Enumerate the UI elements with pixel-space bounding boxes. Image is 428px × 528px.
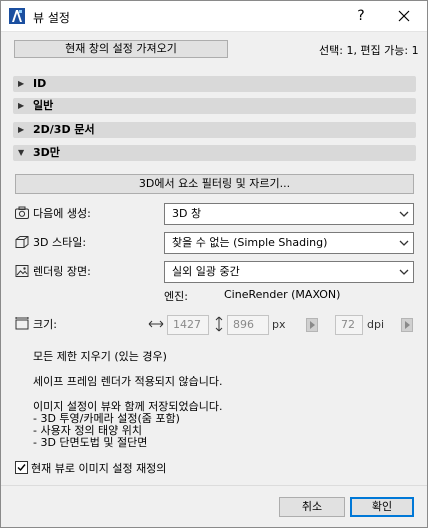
saved-item: - 3D 단면도법 및 절단면 [33,436,148,449]
ok-button[interactable]: 확인 [350,497,414,517]
help-button[interactable]: ? [351,5,371,27]
height-arrow-icon [215,316,223,332]
safe-frame-note: 세이프 프레임 렌더가 적용되지 않습니다. [33,375,223,388]
size-label: 크기: [33,318,57,331]
override-checkbox[interactable] [15,461,28,474]
create-in-dropdown[interactable]: 3D 창 [164,203,414,225]
section-id[interactable]: ▶ ID [13,76,416,92]
size-row: 크기: [15,316,57,334]
selection-info: 선택: 1, 편집 가능: 1 [319,44,419,57]
override-image-settings-row[interactable]: 현재 뷰로 이미지 설정 재정의 [15,460,166,476]
scene-label: 렌더링 장면: [33,265,91,278]
dpi-field[interactable]: 72 [335,315,363,335]
cube-icon [15,236,29,248]
section-label: ID [33,77,47,90]
expand-arrow-icon: ▶ [18,125,25,134]
section-label: 2D/3D 문서 [33,123,95,136]
width-arrow-icon [148,320,164,328]
expand-arrow-icon: ▶ [18,79,25,88]
dpi-preset-arrow[interactable] [401,318,413,332]
archicad-icon [9,8,25,24]
engine-value: CineRender (MAXON) [224,288,341,301]
close-icon[interactable] [393,5,415,27]
title-bar: 뷰 설정 ? [1,1,427,32]
dpi-unit: dpi [367,318,385,331]
style-dropdown[interactable]: 찾을 수 없는 (Simple Shading) [164,232,414,254]
style-label: 3D 스타일: [33,236,87,249]
clear-limits-note: 모든 제한 지우기 (있는 경우) [33,350,167,363]
section-2d3d-documents[interactable]: ▶ 2D/3D 문서 [13,122,416,138]
section-3d-only[interactable]: ▼ 3D만 [13,145,416,161]
style-value: 찾을 수 없는 (Simple Shading) [172,236,328,249]
height-field[interactable]: 896 [227,315,269,335]
chevron-down-icon [399,240,409,246]
section-label: 3D만 [33,146,60,159]
create-in-label: 다음에 생성: [33,207,91,220]
size-frame-icon [15,317,29,330]
scene-dropdown[interactable]: 실외 일광 중간 [164,261,414,283]
style-row: 3D 스타일: [15,234,86,252]
dialog-title: 뷰 설정 [33,11,70,25]
create-in-row: 다음에 생성: [15,205,91,223]
cancel-button[interactable]: 취소 [279,497,345,517]
footer-separator [1,485,427,486]
camera-icon [15,206,29,219]
engine-label: 엔진: [164,290,188,303]
scene-value: 실외 일광 중간 [172,265,240,278]
size-preset-arrow[interactable] [306,318,318,332]
px-unit: px [272,318,286,331]
section-label: 일반 [33,99,54,112]
expand-arrow-icon: ▶ [18,101,25,110]
scene-row: 렌더링 장면: [15,263,91,281]
filter-and-cut-3d-button[interactable]: 3D에서 요소 필터링 및 자르기... [15,174,414,194]
chevron-down-icon [399,211,409,217]
width-field[interactable]: 1427 [167,315,209,335]
create-in-value: 3D 창 [172,207,202,220]
section-general[interactable]: ▶ 일반 [13,98,416,114]
collapse-arrow-icon: ▼ [18,148,25,157]
checkmark-icon [17,464,26,472]
view-settings-dialog: 뷰 설정 ? 현재 창의 설정 가져오기 선택: 1, 편집 가능: 1 ▶ I… [0,0,428,528]
override-label: 현재 뷰로 이미지 설정 재정의 [31,462,167,475]
get-current-view-settings-button[interactable]: 현재 창의 설정 가져오기 [14,40,228,58]
picture-icon [15,265,29,277]
chevron-down-icon [399,269,409,275]
